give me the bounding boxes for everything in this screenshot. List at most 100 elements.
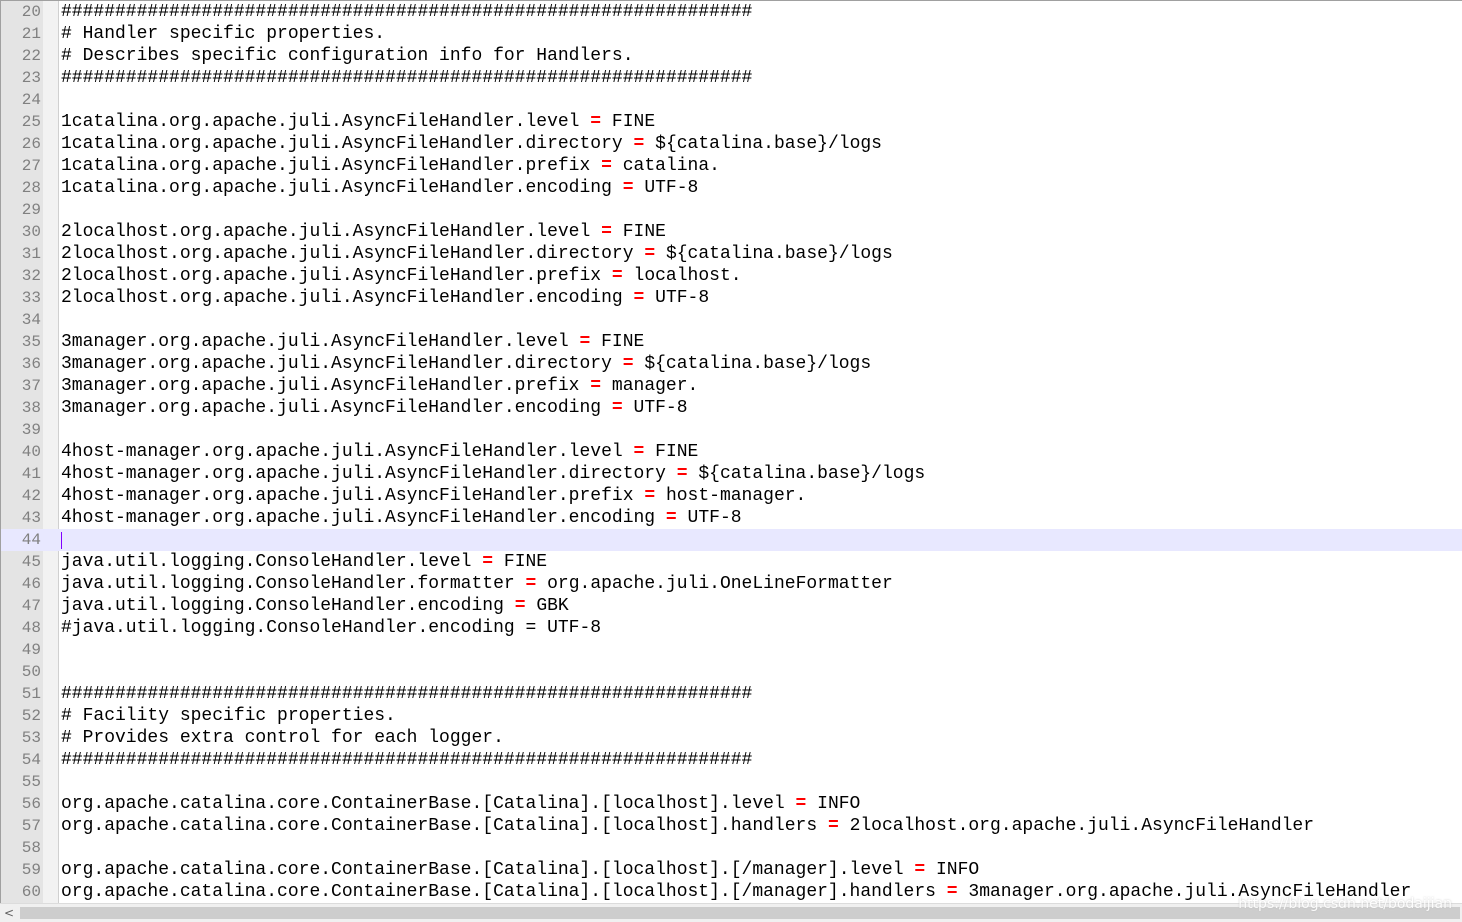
line-text[interactable]: 3manager.org.apache.juli.AsyncFileHandle… bbox=[61, 353, 871, 375]
comment-text[interactable]: # Handler specific properties. bbox=[61, 23, 385, 45]
line-number: 36 bbox=[21, 355, 41, 373]
assignment-operator: = bbox=[601, 156, 612, 176]
line-text[interactable]: java.util.logging.ConsoleHandler.encodin… bbox=[61, 595, 569, 617]
code-line[interactable]: 22 # Describes specific configuration inf… bbox=[1, 45, 1462, 67]
code-line[interactable]: 31 2localhost.org.apache.juli.AsyncFileHa… bbox=[1, 243, 1462, 265]
line-number: 38 bbox=[21, 399, 41, 417]
code-line[interactable]: 47 java.util.logging.ConsoleHandler.encod… bbox=[1, 595, 1462, 617]
comment-text[interactable]: ########################################… bbox=[61, 749, 752, 771]
line-number: 49 bbox=[21, 641, 41, 659]
line-text[interactable]: 1catalina.org.apache.juli.AsyncFileHandl… bbox=[61, 155, 720, 177]
comment-text[interactable]: ########################################… bbox=[61, 1, 752, 23]
assignment-operator: = bbox=[525, 574, 537, 594]
property-key: 2localhost.org.apache.juli.AsyncFileHand… bbox=[61, 266, 602, 286]
line-text[interactable]: 3manager.org.apache.juli.AsyncFileHandle… bbox=[61, 397, 688, 419]
line-text[interactable]: 4host-manager.org.apache.juli.AsyncFileH… bbox=[61, 441, 698, 463]
property-key: 1catalina.org.apache.juli.AsyncFileHandl… bbox=[61, 112, 580, 132]
code-line[interactable]: 54 ######################################… bbox=[1, 749, 1462, 771]
line-text[interactable]: 1catalina.org.apache.juli.AsyncFileHandl… bbox=[61, 133, 882, 155]
line-number: 59 bbox=[21, 861, 41, 879]
comment-text[interactable]: ########################################… bbox=[61, 67, 752, 89]
code-line[interactable]: 43 4host-manager.org.apache.juli.AsyncFil… bbox=[1, 507, 1462, 529]
code-line[interactable]: 58 bbox=[1, 837, 1462, 859]
code-line[interactable]: 29 bbox=[1, 199, 1462, 221]
code-line[interactable]: 53 # Provides extra control for each logg… bbox=[1, 727, 1462, 749]
code-line[interactable]: 39 bbox=[1, 419, 1462, 441]
code-line[interactable]: 30 2localhost.org.apache.juli.AsyncFileHa… bbox=[1, 221, 1462, 243]
code-line[interactable]: 28 1catalina.org.apache.juli.AsyncFileHan… bbox=[1, 177, 1462, 199]
line-number: 26 bbox=[21, 135, 41, 153]
property-value: UTF-8 bbox=[655, 288, 710, 308]
code-line[interactable]: 59 org.apache.catalina.core.ContainerBase… bbox=[1, 859, 1462, 881]
property-value: host-manager. bbox=[665, 486, 807, 506]
line-number: 27 bbox=[21, 157, 41, 175]
code-line[interactable]: 27 1catalina.org.apache.juli.AsyncFileHan… bbox=[1, 155, 1462, 177]
code-line[interactable]: 51 ######################################… bbox=[1, 683, 1462, 705]
code-line[interactable]: 44 bbox=[1, 529, 1462, 551]
code-line[interactable]: 21 # Handler specific properties. bbox=[1, 23, 1462, 45]
line-text[interactable]: 1catalina.org.apache.juli.AsyncFileHandl… bbox=[61, 177, 698, 199]
line-text[interactable]: 1catalina.org.apache.juli.AsyncFileHandl… bbox=[61, 111, 655, 133]
code-line[interactable]: 36 3manager.org.apache.juli.AsyncFileHand… bbox=[1, 353, 1462, 375]
line-number: 22 bbox=[21, 47, 41, 65]
code-line[interactable]: 52 # Facility specific properties. bbox=[1, 705, 1462, 727]
comment-text[interactable]: #java.util.logging.ConsoleHandler.encodi… bbox=[61, 617, 601, 639]
code-line[interactable]: 55 bbox=[1, 771, 1462, 793]
property-key: 2localhost.org.apache.juli.AsyncFileHand… bbox=[61, 244, 634, 264]
property-value: UTF-8 bbox=[687, 508, 742, 528]
property-key: java.util.logging.ConsoleHandler.level bbox=[61, 552, 472, 572]
line-text[interactable]: java.util.logging.ConsoleHandler.formatt… bbox=[61, 573, 893, 595]
line-text[interactable]: java.util.logging.ConsoleHandler.level =… bbox=[61, 551, 547, 573]
line-text[interactable]: 4host-manager.org.apache.juli.AsyncFileH… bbox=[61, 485, 806, 507]
editor-lines[interactable]: 20 ######################################… bbox=[1, 1, 1462, 903]
code-line[interactable]: 42 4host-manager.org.apache.juli.AsyncFil… bbox=[1, 485, 1462, 507]
line-text[interactable]: org.apache.catalina.core.ContainerBase.[… bbox=[61, 881, 1411, 903]
code-line[interactable]: 34 bbox=[1, 309, 1462, 331]
property-value: FINE bbox=[503, 552, 548, 572]
property-key: 1catalina.org.apache.juli.AsyncFileHandl… bbox=[61, 134, 623, 154]
scroll-left-arrow-icon[interactable]: < bbox=[0, 904, 18, 922]
comment-text[interactable]: ########################################… bbox=[61, 683, 752, 705]
property-value: GBK bbox=[536, 596, 569, 616]
assignment-operator: = bbox=[665, 508, 677, 528]
comment-text[interactable]: # Describes specific configuration info … bbox=[61, 45, 634, 67]
code-line[interactable]: 49 bbox=[1, 639, 1462, 661]
code-line[interactable]: 46 java.util.logging.ConsoleHandler.forma… bbox=[1, 573, 1462, 595]
property-value: FINE bbox=[622, 222, 666, 242]
code-line[interactable]: 32 2localhost.org.apache.juli.AsyncFileHa… bbox=[1, 265, 1462, 287]
code-line[interactable]: 20 ######################################… bbox=[1, 1, 1462, 23]
line-text[interactable]: 3manager.org.apache.juli.AsyncFileHandle… bbox=[61, 375, 698, 397]
code-line[interactable]: 35 3manager.org.apache.juli.AsyncFileHand… bbox=[1, 331, 1462, 353]
code-line[interactable]: 45 java.util.logging.ConsoleHandler.level… bbox=[1, 551, 1462, 573]
line-text[interactable]: org.apache.catalina.core.ContainerBase.[… bbox=[61, 815, 1314, 837]
code-line[interactable]: 38 3manager.org.apache.juli.AsyncFileHand… bbox=[1, 397, 1462, 419]
code-line[interactable]: 33 2localhost.org.apache.juli.AsyncFileHa… bbox=[1, 287, 1462, 309]
text-caret bbox=[61, 532, 62, 549]
comment-text[interactable]: # Provides extra control for each logger… bbox=[61, 727, 504, 749]
line-text[interactable]: org.apache.catalina.core.ContainerBase.[… bbox=[61, 859, 979, 881]
assignment-operator: = bbox=[644, 486, 656, 506]
code-line[interactable]: 56 org.apache.catalina.core.ContainerBase… bbox=[1, 793, 1462, 815]
line-number: 42 bbox=[21, 487, 41, 505]
code-line[interactable]: 37 3manager.org.apache.juli.AsyncFileHand… bbox=[1, 375, 1462, 397]
code-editor[interactable]: 20 ######################################… bbox=[0, 0, 1462, 903]
assignment-operator: = bbox=[514, 596, 526, 616]
code-line[interactable]: 41 4host-manager.org.apache.juli.AsyncFil… bbox=[1, 463, 1462, 485]
code-line[interactable]: 26 1catalina.org.apache.juli.AsyncFileHan… bbox=[1, 133, 1462, 155]
line-text[interactable]: 4host-manager.org.apache.juli.AsyncFileH… bbox=[61, 507, 742, 529]
line-text[interactable]: 2localhost.org.apache.juli.AsyncFileHand… bbox=[61, 287, 709, 309]
line-text[interactable]: 4host-manager.org.apache.juli.AsyncFileH… bbox=[61, 463, 925, 485]
code-line[interactable]: 24 bbox=[1, 89, 1462, 111]
comment-text[interactable]: # Facility specific properties. bbox=[61, 705, 396, 727]
code-line[interactable]: 25 1catalina.org.apache.juli.AsyncFileHan… bbox=[1, 111, 1462, 133]
line-text[interactable]: org.apache.catalina.core.ContainerBase.[… bbox=[61, 793, 860, 815]
line-text[interactable]: 2localhost.org.apache.juli.AsyncFileHand… bbox=[61, 221, 666, 243]
line-text[interactable]: 2localhost.org.apache.juli.AsyncFileHand… bbox=[61, 265, 742, 287]
code-line[interactable]: 48 #java.util.logging.ConsoleHandler.enco… bbox=[1, 617, 1462, 639]
line-text[interactable]: 3manager.org.apache.juli.AsyncFileHandle… bbox=[61, 331, 644, 353]
line-text[interactable]: 2localhost.org.apache.juli.AsyncFileHand… bbox=[61, 243, 893, 265]
code-line[interactable]: 50 bbox=[1, 661, 1462, 683]
code-line[interactable]: 57 org.apache.catalina.core.ContainerBase… bbox=[1, 815, 1462, 837]
code-line[interactable]: 40 4host-manager.org.apache.juli.AsyncFil… bbox=[1, 441, 1462, 463]
code-line[interactable]: 23 ######################################… bbox=[1, 67, 1462, 89]
